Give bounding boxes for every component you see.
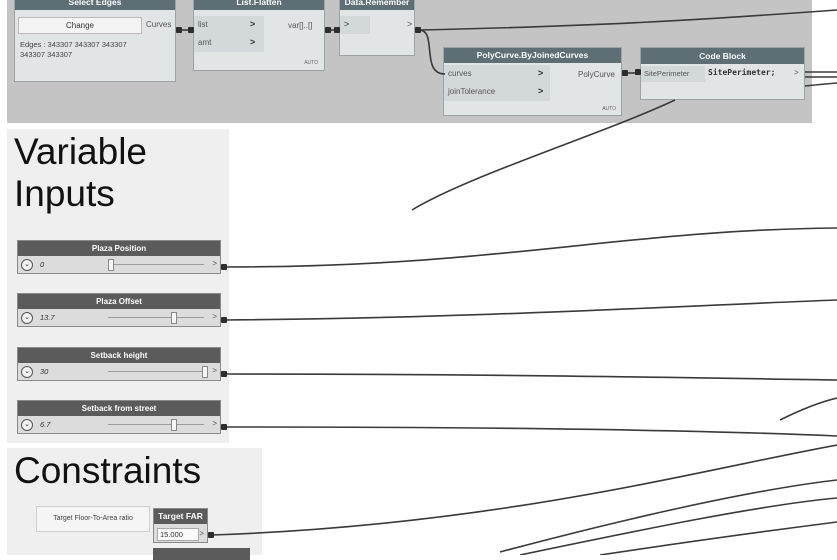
curves-output-label: Curves	[146, 20, 172, 29]
code-block-node[interactable]: Code Block SitePerimeter SitePerimeter; …	[640, 47, 805, 100]
polycurve-lacing: AUTO	[602, 106, 616, 112]
site-perimeter-input-label: SitePerimeter	[644, 69, 690, 78]
slider-value[interactable]: 0	[40, 260, 44, 269]
list-flatten-lacing: AUTO	[304, 60, 318, 66]
slider-output-label: >	[212, 259, 217, 268]
target-far-value[interactable]: 15.000	[157, 528, 199, 541]
join-tolerance-input-port[interactable]: joinTolerance >	[444, 83, 550, 101]
list-flatten-node[interactable]: List.Flatten list > amt > var[]..[] AUTO	[193, 0, 325, 71]
list-input-arrow-icon: >	[250, 19, 256, 29]
slider-thumb[interactable]	[202, 366, 208, 378]
data-remember-title: Data.Remember	[340, 0, 414, 10]
list-flatten-title: List.Flatten	[194, 0, 324, 10]
setback-height-slider[interactable]: Setback height ⌄ 30 >	[17, 347, 221, 381]
chevron-down-icon[interactable]: ⌄	[21, 419, 33, 431]
slider-output-label: >	[212, 419, 217, 428]
slider-thumb[interactable]	[171, 312, 177, 324]
slider-track[interactable]	[108, 424, 204, 425]
amt-input-arrow-icon: >	[250, 37, 256, 47]
list-flatten-output-label: var[]..[]	[288, 21, 313, 30]
slider-thumb[interactable]	[171, 419, 177, 431]
data-remember-node[interactable]: Data.Remember > >	[339, 0, 415, 56]
data-remember-input-chip[interactable]	[334, 27, 340, 33]
curves-input-arrow-icon: >	[538, 68, 544, 78]
code-block-output-label: >	[794, 68, 799, 77]
polycurve-node[interactable]: PolyCurve.ByJoinedCurves curves > joinTo…	[443, 47, 622, 116]
target-far-title: Target FAR	[154, 509, 207, 524]
code-block-title: Code Block	[641, 48, 804, 64]
wire-bottom-1	[499, 479, 837, 553]
setback-from-street-output-port[interactable]	[221, 424, 227, 430]
setback-height-output-port[interactable]	[221, 371, 227, 377]
data-remember-input-label: >	[344, 19, 350, 29]
slider-track[interactable]	[108, 371, 204, 372]
select-edges-node[interactable]: Select Edges Change Curves Edges : 34330…	[14, 0, 176, 82]
target-far-note: Target Floor-To-Area ratio	[36, 506, 150, 532]
slider-title: Plaza Offset	[18, 294, 220, 309]
slider-track[interactable]	[108, 264, 204, 265]
select-edges-title: Select Edges	[15, 0, 175, 10]
wire-bottom-3	[599, 521, 837, 555]
curves-input-port[interactable]: curves >	[444, 65, 550, 83]
chevron-down-icon[interactable]: ⌄	[21, 259, 33, 271]
change-button-label: Change	[65, 21, 95, 30]
plaza-position-output-port[interactable]	[221, 264, 227, 270]
constraints-title: Constraints	[14, 450, 202, 491]
slider-title: Setback from street	[18, 401, 220, 416]
join-tolerance-input-arrow-icon: >	[538, 86, 544, 96]
wire-right-diagonal	[779, 397, 837, 421]
plaza-offset-output-port[interactable]	[221, 317, 227, 323]
polycurve-output-port[interactable]	[622, 70, 628, 76]
chevron-down-icon[interactable]: ⌄	[21, 312, 33, 324]
wire-plaza-position	[224, 227, 837, 268]
slider-output-label: >	[212, 366, 217, 375]
slider-output-label: >	[212, 312, 217, 321]
polycurve-title: PolyCurve.ByJoinedCurves	[444, 48, 621, 63]
amt-input-port[interactable]: amt >	[194, 34, 264, 52]
plaza-position-slider[interactable]: Plaza Position ⌄ 0 >	[17, 240, 221, 274]
slider-title: Setback height	[18, 348, 220, 363]
change-button[interactable]: Change	[18, 17, 142, 34]
list-input-label: list	[198, 20, 208, 29]
slider-title: Plaza Position	[18, 241, 220, 256]
polycurve-output-label: PolyCurve	[578, 70, 615, 79]
wire-setback-height	[224, 373, 837, 381]
slider-value[interactable]: 30	[40, 367, 48, 376]
join-tolerance-input-label: joinTolerance	[448, 87, 496, 96]
code-block-input-chip[interactable]	[635, 69, 641, 75]
slider-track[interactable]	[108, 317, 204, 318]
wire-setback-from-street	[224, 426, 837, 437]
data-remember-output-port[interactable]	[415, 27, 421, 33]
wire-plaza-offset	[224, 299, 837, 321]
wire-target-far	[211, 444, 837, 536]
setback-from-street-slider[interactable]: Setback from street ⌄ 6.7 >	[17, 400, 221, 434]
plaza-offset-slider[interactable]: Plaza Offset ⌄ 13.7 >	[17, 293, 221, 327]
target-far-node[interactable]: Target FAR 15.000 >	[153, 508, 208, 543]
curves-input-label: curves	[448, 69, 472, 78]
list-input-port[interactable]: list >	[194, 16, 264, 34]
slider-value[interactable]: 6.7	[40, 420, 50, 429]
select-edges-output-port[interactable]	[176, 27, 182, 33]
list-flatten-input-chip[interactable]	[188, 27, 194, 33]
amt-input-label: amt	[198, 38, 212, 47]
slider-thumb[interactable]	[108, 259, 114, 271]
code-block-code[interactable]: SitePerimeter;	[708, 68, 775, 77]
wire-bottom-2	[519, 497, 837, 555]
target-far-output-label: >	[199, 529, 204, 538]
partial-node-bottom[interactable]	[153, 548, 250, 560]
data-remember-output-label: >	[407, 19, 413, 29]
chevron-down-icon[interactable]: ⌄	[21, 366, 33, 378]
select-edges-info: Edges : 343307 343307 343307 343307 3433…	[20, 40, 127, 59]
slider-value[interactable]: 13.7	[40, 313, 55, 322]
target-far-output-port[interactable]	[208, 532, 214, 538]
variable-inputs-title: Variable Inputs	[14, 131, 148, 214]
list-flatten-output-port[interactable]	[325, 27, 331, 33]
